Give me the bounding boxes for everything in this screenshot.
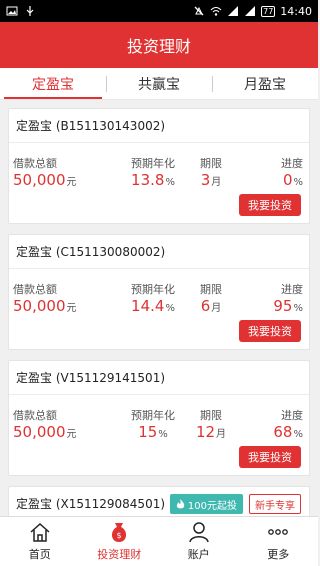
amount-label: 借款总额 <box>13 409 57 422</box>
tab-gongyingbao[interactable]: 共赢宝 <box>106 68 212 99</box>
newbie-badge: 新手专享 <box>249 494 301 514</box>
image-notification-icon <box>6 6 18 16</box>
nav-home[interactable]: 首页 <box>0 517 80 566</box>
usb-icon <box>26 6 34 16</box>
money-bag-icon: $ <box>112 523 127 542</box>
rate-value: 15 <box>138 423 158 441</box>
home-icon <box>30 522 50 542</box>
rate-unit: % <box>165 177 175 188</box>
amount-unit: 元 <box>66 303 77 314</box>
amount-value: 50,000 <box>13 171 66 189</box>
amount-value: 50,000 <box>13 423 66 441</box>
app-bar: 投资理财 <box>0 22 318 68</box>
rate-label: 预期年化 <box>131 157 175 170</box>
flame-icon <box>176 498 185 508</box>
product-tabs: 定盈宝 共赢宝 月盈宝 <box>0 68 318 100</box>
progress-label: 进度 <box>281 409 303 422</box>
rate-unit: % <box>165 303 175 314</box>
user-icon <box>189 522 209 543</box>
progress-unit: % <box>293 429 303 440</box>
nav-more[interactable]: 更多 <box>239 517 319 566</box>
amount-unit: 元 <box>66 177 77 188</box>
product-card[interactable]: 定盈宝 (C151130080002) 借款总额 预期年化 期限 进度 50,0… <box>8 234 310 350</box>
product-card[interactable]: 定盈宝 (V151129141501) 借款总额 预期年化 期限 进度 50,0… <box>8 360 310 476</box>
battery-indicator: 77 <box>261 5 276 17</box>
progress-value: 0 <box>282 171 293 189</box>
rate-label: 预期年化 <box>131 283 175 296</box>
term-value: 3 <box>200 171 211 189</box>
amount-label: 借款总额 <box>13 283 57 296</box>
term-label: 期限 <box>200 283 222 296</box>
amount-unit: 元 <box>66 429 77 440</box>
nav-home-label: 首页 <box>28 548 51 561</box>
term-unit: 月 <box>211 177 222 188</box>
bottom-nav: 首页 $ 投资理财 账户 更多 <box>0 516 318 566</box>
term-label: 期限 <box>200 157 222 170</box>
invest-button[interactable]: 我要投资 <box>239 446 301 468</box>
nav-account[interactable]: 账户 <box>159 517 239 566</box>
status-bar: 77 14:40 <box>0 0 318 22</box>
progress-label: 进度 <box>281 283 303 296</box>
page-title: 投资理财 <box>126 37 191 56</box>
rate-value: 13.8 <box>131 171 165 189</box>
nav-account-label: 账户 <box>187 548 210 561</box>
invest-button[interactable]: 我要投资 <box>239 320 301 342</box>
term-value: 12 <box>195 423 216 441</box>
rate-unit: % <box>158 429 168 440</box>
min-invest-badge: 100元起投 <box>169 494 243 514</box>
nav-more-label: 更多 <box>267 548 290 561</box>
progress-unit: % <box>293 303 303 314</box>
min-invest-text: 100元起投 <box>187 500 237 512</box>
tab-yueyingbao[interactable]: 月盈宝 <box>212 68 318 99</box>
term-unit: 月 <box>216 429 227 440</box>
signal-icon <box>228 6 239 16</box>
progress-unit: % <box>293 177 303 188</box>
term-unit: 月 <box>211 303 222 314</box>
progress-value: 95 <box>273 297 293 315</box>
more-icon <box>268 529 289 535</box>
progress-value: 68 <box>273 423 293 441</box>
signal-2-icon <box>245 6 256 16</box>
tab-dingyingbao[interactable]: 定盈宝 <box>0 68 106 99</box>
product-title: 定盈宝 (B151130143002) <box>9 109 309 143</box>
rate-value: 14.4 <box>131 297 165 315</box>
amount-label: 借款总额 <box>13 157 57 170</box>
term-value: 6 <box>200 297 211 315</box>
wifi-icon <box>210 7 222 16</box>
product-card[interactable]: 定盈宝 (X151129084501) 100元起投 新手专享 <box>8 486 310 516</box>
product-card[interactable]: 定盈宝 (B151130143002) 借款总额 预期年化 期限 进度 50,0… <box>8 108 310 224</box>
product-list[interactable]: 定盈宝 (B151130143002) 借款总额 预期年化 期限 进度 50,0… <box>0 100 318 516</box>
term-label: 期限 <box>200 409 222 422</box>
amount-value: 50,000 <box>13 297 66 315</box>
progress-label: 进度 <box>281 157 303 170</box>
rate-label: 预期年化 <box>131 409 175 422</box>
product-title: 定盈宝 (V151129141501) <box>9 361 309 395</box>
invest-button[interactable]: 我要投资 <box>239 194 301 216</box>
svg-text:$: $ <box>117 531 122 540</box>
clock: 14:40 <box>280 4 312 18</box>
nav-invest[interactable]: $ 投资理财 <box>80 517 160 566</box>
product-title: 定盈宝 (C151130080002) <box>9 235 309 269</box>
nav-invest-label: 投资理财 <box>97 548 142 561</box>
mute-icon <box>194 6 204 16</box>
